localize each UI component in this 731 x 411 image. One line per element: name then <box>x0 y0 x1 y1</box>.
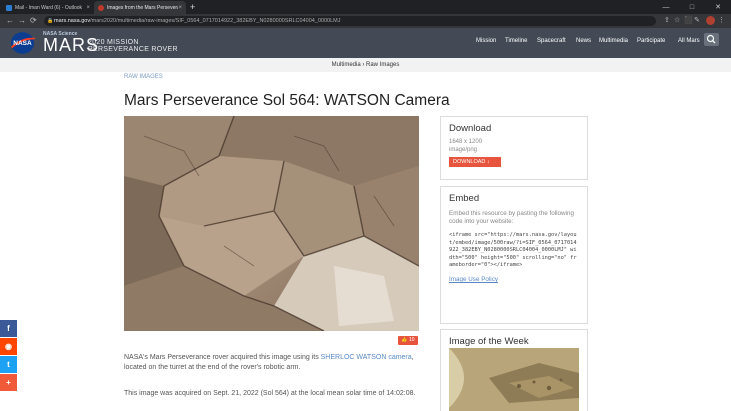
browser-toolbar: ← → ⟳ 🔒 mars.nasa.gov/mars2020/multimedi… <box>0 14 731 28</box>
embed-description: Embed this resource by pasting the follo… <box>449 210 574 225</box>
close-tab-icon[interactable]: × <box>86 5 90 11</box>
raw-image[interactable] <box>124 116 419 331</box>
reload-button[interactable]: ⟳ <box>30 16 37 26</box>
url-host: mars.nasa.gov <box>54 18 91 24</box>
tab-title: Images from the Mars Perseverance <box>107 4 179 11</box>
browser-tab-strip: Mail - Iman Ward (6) - Outlook × Images … <box>0 0 731 14</box>
image-of-week-card: Image of the Week <box>440 329 588 411</box>
image-dimensions: 1648 x 1200 <box>449 139 483 145</box>
twitter-icon: t <box>7 360 10 369</box>
like-count: 10 <box>409 337 415 343</box>
nav-news[interactable]: News <box>576 38 591 44</box>
search-button[interactable] <box>704 33 719 46</box>
close-window-button[interactable]: ✕ <box>705 0 731 14</box>
nav-spacecraft[interactable]: Spacecraft <box>537 38 566 44</box>
outlook-icon <box>6 4 12 11</box>
rock-photo <box>124 116 419 331</box>
like-button[interactable]: 👍 10 <box>398 336 418 345</box>
download-button[interactable]: DOWNLOAD ↓ <box>449 157 501 167</box>
description-text: NASA's Mars Perseverance rover acquired … <box>124 354 321 361</box>
more-share-icon: + <box>6 378 11 387</box>
acquisition-paragraph: This image was acquired on Sept. 21, 202… <box>124 390 416 397</box>
close-tab-icon[interactable]: × <box>178 5 182 11</box>
profile-avatar[interactable] <box>706 16 715 25</box>
maximize-button[interactable]: □ <box>679 0 705 14</box>
lock-icon: 🔒 <box>47 18 54 24</box>
share-twitter[interactable]: t <box>0 356 17 373</box>
nav-mission[interactable]: Mission <box>476 38 496 44</box>
bookmark-star-icon[interactable]: ☆ <box>674 16 680 26</box>
download-label: DOWNLOAD <box>453 159 486 165</box>
nav-all-mars[interactable]: All Mars <box>678 38 700 44</box>
embed-heading: Embed <box>449 193 480 204</box>
tab-mars-images[interactable]: Images from the Mars Perseverance × <box>94 1 186 14</box>
download-card: Download 1648 x 1200 image/png DOWNLOAD … <box>440 116 588 180</box>
page-title: Mars Perseverance Sol 564: WATSON Camera <box>124 92 450 109</box>
embed-code[interactable]: <iframe src="https://mars.nasa.gov/layou… <box>449 232 579 270</box>
new-tab-button[interactable]: + <box>190 1 195 13</box>
iotw-heading: Image of the Week <box>449 336 529 347</box>
image-format: image/png <box>449 147 478 153</box>
section-subnav[interactable]: Multimedia › Raw Images <box>0 58 731 72</box>
forward-button[interactable]: → <box>18 16 26 26</box>
download-arrow-icon: ↓ <box>486 159 490 165</box>
search-icon <box>706 34 716 44</box>
breadcrumb[interactable]: RAW IMAGES <box>124 74 163 80</box>
nav-multimedia[interactable]: Multimedia <box>599 38 628 44</box>
mission-title-line2: PERSEVERANCE ROVER <box>88 46 178 53</box>
nav-timeline[interactable]: Timeline <box>505 38 527 44</box>
description-paragraph: NASA's Mars Perseverance rover acquired … <box>124 353 424 373</box>
tab-outlook[interactable]: Mail - Iman Ward (6) - Outlook × <box>2 1 94 14</box>
share-facebook[interactable]: f <box>0 320 17 337</box>
menu-icon[interactable]: ⋮ <box>718 16 725 26</box>
url-path: /mars2020/multimedia/raw-images/SIF_0564… <box>90 18 341 24</box>
site-header: NASA NASA Science MARS 2020 MISSION PERS… <box>0 28 731 58</box>
pen-extension-icon[interactable]: ✎ <box>694 16 700 26</box>
nasa-favicon-icon <box>98 4 104 11</box>
image-use-policy-link[interactable]: Image Use Policy <box>449 276 587 283</box>
extension-icon[interactable]: ⬛ <box>684 16 693 26</box>
reddit-icon: ◉ <box>5 342 12 351</box>
facebook-icon: f <box>7 324 10 333</box>
sherloc-watson-link[interactable]: SHERLOC WATSON camera <box>321 354 412 361</box>
minimize-button[interactable]: — <box>653 0 679 14</box>
address-bar[interactable]: 🔒 mars.nasa.gov/mars2020/multimedia/raw-… <box>44 16 656 26</box>
tab-title: Mail - Iman Ward (6) - Outlook <box>15 4 83 11</box>
back-button[interactable]: ← <box>6 16 14 26</box>
share-more[interactable]: + <box>0 374 17 391</box>
embed-card: Embed Embed this resource by pasting the… <box>440 186 588 324</box>
thumbs-up-icon: 👍 <box>401 337 408 343</box>
iotw-photo <box>449 348 579 411</box>
share-reddit[interactable]: ◉ <box>0 338 17 355</box>
nasa-logo-icon[interactable]: NASA <box>8 30 37 56</box>
image-of-week-thumbnail[interactable] <box>449 348 579 411</box>
download-heading: Download <box>449 123 492 134</box>
share-page-icon[interactable]: ⇪ <box>664 16 670 26</box>
nav-participate[interactable]: Participate <box>637 38 665 44</box>
svg-text:NASA: NASA <box>13 40 32 47</box>
